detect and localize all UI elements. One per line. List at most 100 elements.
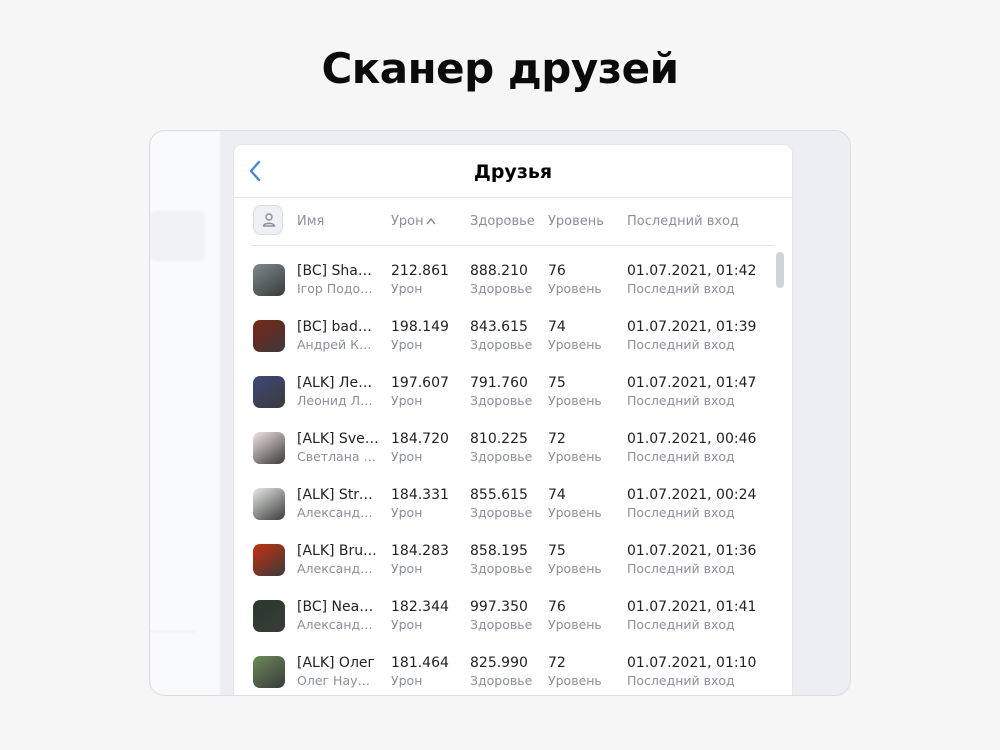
damage-value: 182.344 xyxy=(391,599,449,615)
friend-nick: [ALK] Svetl... xyxy=(297,431,379,447)
damage-value: 212.861 xyxy=(391,263,449,279)
friend-nick: [ALK] Stro... xyxy=(297,487,379,503)
background-card xyxy=(150,211,205,261)
avatar xyxy=(253,488,285,520)
health-value: 825.990 xyxy=(470,655,528,671)
friend-nick: [ALK] Bru... xyxy=(297,543,377,559)
level-label: Уровень xyxy=(548,505,602,520)
last-login-value: 01.07.2021, 00:46 xyxy=(627,431,757,447)
list-item[interactable]: [ALK] Stro... Александр ... 184.331 Урон… xyxy=(234,478,792,534)
friend-real-name: Олег Наумов xyxy=(297,673,379,688)
level-value: 74 xyxy=(548,487,566,503)
last-login-label: Последний вход xyxy=(627,617,735,632)
health-label: Здоровье xyxy=(470,505,533,520)
last-login-value: 01.07.2021, 01:42 xyxy=(627,263,757,279)
avatar xyxy=(253,544,285,576)
column-name[interactable]: Имя xyxy=(297,214,324,229)
damage-label: Урон xyxy=(391,673,423,688)
damage-value: 198.149 xyxy=(391,319,449,335)
last-login-label: Последний вход xyxy=(627,561,735,576)
health-value: 858.195 xyxy=(470,543,528,559)
damage-value: 184.331 xyxy=(391,487,449,503)
user-icon xyxy=(262,213,276,227)
friend-real-name: Светлана А... xyxy=(297,449,379,464)
friend-real-name: Александр ... xyxy=(297,617,379,632)
level-value: 74 xyxy=(548,319,566,335)
level-label: Уровень xyxy=(548,673,602,688)
friend-nick: [BC] ShaD... xyxy=(297,263,379,279)
level-value: 72 xyxy=(548,655,566,671)
level-value: 75 xyxy=(548,375,566,391)
health-label: Здоровье xyxy=(470,449,533,464)
user-column-button[interactable] xyxy=(253,205,283,235)
friend-nick: [ALK] Лео... xyxy=(297,375,379,391)
damage-label: Урон xyxy=(391,337,423,352)
level-value: 72 xyxy=(548,431,566,447)
friends-list: [BC] ShaD... Ігор Подоляк 212.861 Урон 8… xyxy=(234,254,792,695)
damage-label: Урон xyxy=(391,617,423,632)
health-label: Здоровье xyxy=(470,617,533,632)
level-label: Уровень xyxy=(548,281,602,296)
list-item[interactable]: [ALK] Svetl... Светлана А... 184.720 Уро… xyxy=(234,422,792,478)
damage-label: Урон xyxy=(391,449,423,464)
health-label: Здоровье xyxy=(470,673,533,688)
avatar xyxy=(253,600,285,632)
damage-label: Урон xyxy=(391,393,423,408)
modal-title: Друзья xyxy=(473,161,553,183)
health-label: Здоровье xyxy=(470,337,533,352)
last-login-label: Последний вход xyxy=(627,673,735,688)
column-last-login[interactable]: Последний вход xyxy=(627,214,739,229)
friend-real-name: Александр ... xyxy=(297,561,379,576)
health-value: 997.350 xyxy=(470,599,528,615)
health-label: Здоровье xyxy=(470,393,533,408)
last-login-label: Последний вход xyxy=(627,449,735,464)
list-item[interactable]: [ALK] Лео... Леонид Лав... 197.607 Урон … xyxy=(234,366,792,422)
damage-label: Урон xyxy=(391,505,423,520)
avatar xyxy=(253,656,285,688)
last-login-label: Последний вход xyxy=(627,505,735,520)
background-divider xyxy=(150,631,195,632)
friend-nick: [BC] badger xyxy=(297,319,379,335)
modal-header: Друзья xyxy=(234,145,792,198)
list-item[interactable]: [ALK] Bru... Александр ... 184.283 Урон … xyxy=(234,534,792,590)
health-value: 888.210 xyxy=(470,263,528,279)
last-login-label: Последний вход xyxy=(627,337,735,352)
level-value: 76 xyxy=(548,263,566,279)
last-login-value: 01.07.2021, 01:39 xyxy=(627,319,757,335)
friend-real-name: Андрей Коч... xyxy=(297,337,379,352)
last-login-value: 01.07.2021, 01:36 xyxy=(627,543,757,559)
damage-value: 181.464 xyxy=(391,655,449,671)
level-value: 75 xyxy=(548,543,566,559)
friend-real-name: Леонид Лав... xyxy=(297,393,379,408)
last-login-value: 01.07.2021, 01:47 xyxy=(627,375,757,391)
list-item[interactable]: [BC] Neakris Александр ... 182.344 Урон … xyxy=(234,590,792,646)
health-label: Здоровье xyxy=(470,281,533,296)
list-item[interactable]: [ALK] Олег Олег Наумов 181.464 Урон 825.… xyxy=(234,646,792,695)
list-item[interactable]: [BC] ShaD... Ігор Подоляк 212.861 Урон 8… xyxy=(234,254,792,310)
headline: Сканер друзей xyxy=(321,44,679,93)
health-label: Здоровье xyxy=(470,561,533,576)
app-frame: Друзья Имя Урон Здоровье Уровень Последн… xyxy=(149,130,851,696)
avatar xyxy=(253,320,285,352)
damage-value: 184.283 xyxy=(391,543,449,559)
last-login-value: 01.07.2021, 01:10 xyxy=(627,655,757,671)
level-label: Уровень xyxy=(548,449,602,464)
level-label: Уровень xyxy=(548,617,602,632)
last-login-label: Последний вход xyxy=(627,393,735,408)
level-label: Уровень xyxy=(548,561,602,576)
column-damage[interactable]: Урон xyxy=(391,214,436,229)
level-label: Уровень xyxy=(548,393,602,408)
background-panel xyxy=(150,131,220,695)
last-login-value: 01.07.2021, 01:41 xyxy=(627,599,757,615)
avatar xyxy=(253,264,285,296)
level-value: 76 xyxy=(548,599,566,615)
friend-real-name: Ігор Подоляк xyxy=(297,281,379,296)
friend-real-name: Александр ... xyxy=(297,505,379,520)
column-level[interactable]: Уровень xyxy=(548,214,604,229)
column-health[interactable]: Здоровье xyxy=(470,214,535,229)
avatar xyxy=(253,432,285,464)
damage-label: Урон xyxy=(391,561,423,576)
last-login-label: Последний вход xyxy=(627,281,735,296)
scrollbar[interactable] xyxy=(776,252,784,288)
list-item[interactable]: [BC] badger Андрей Коч... 198.149 Урон 8… xyxy=(234,310,792,366)
